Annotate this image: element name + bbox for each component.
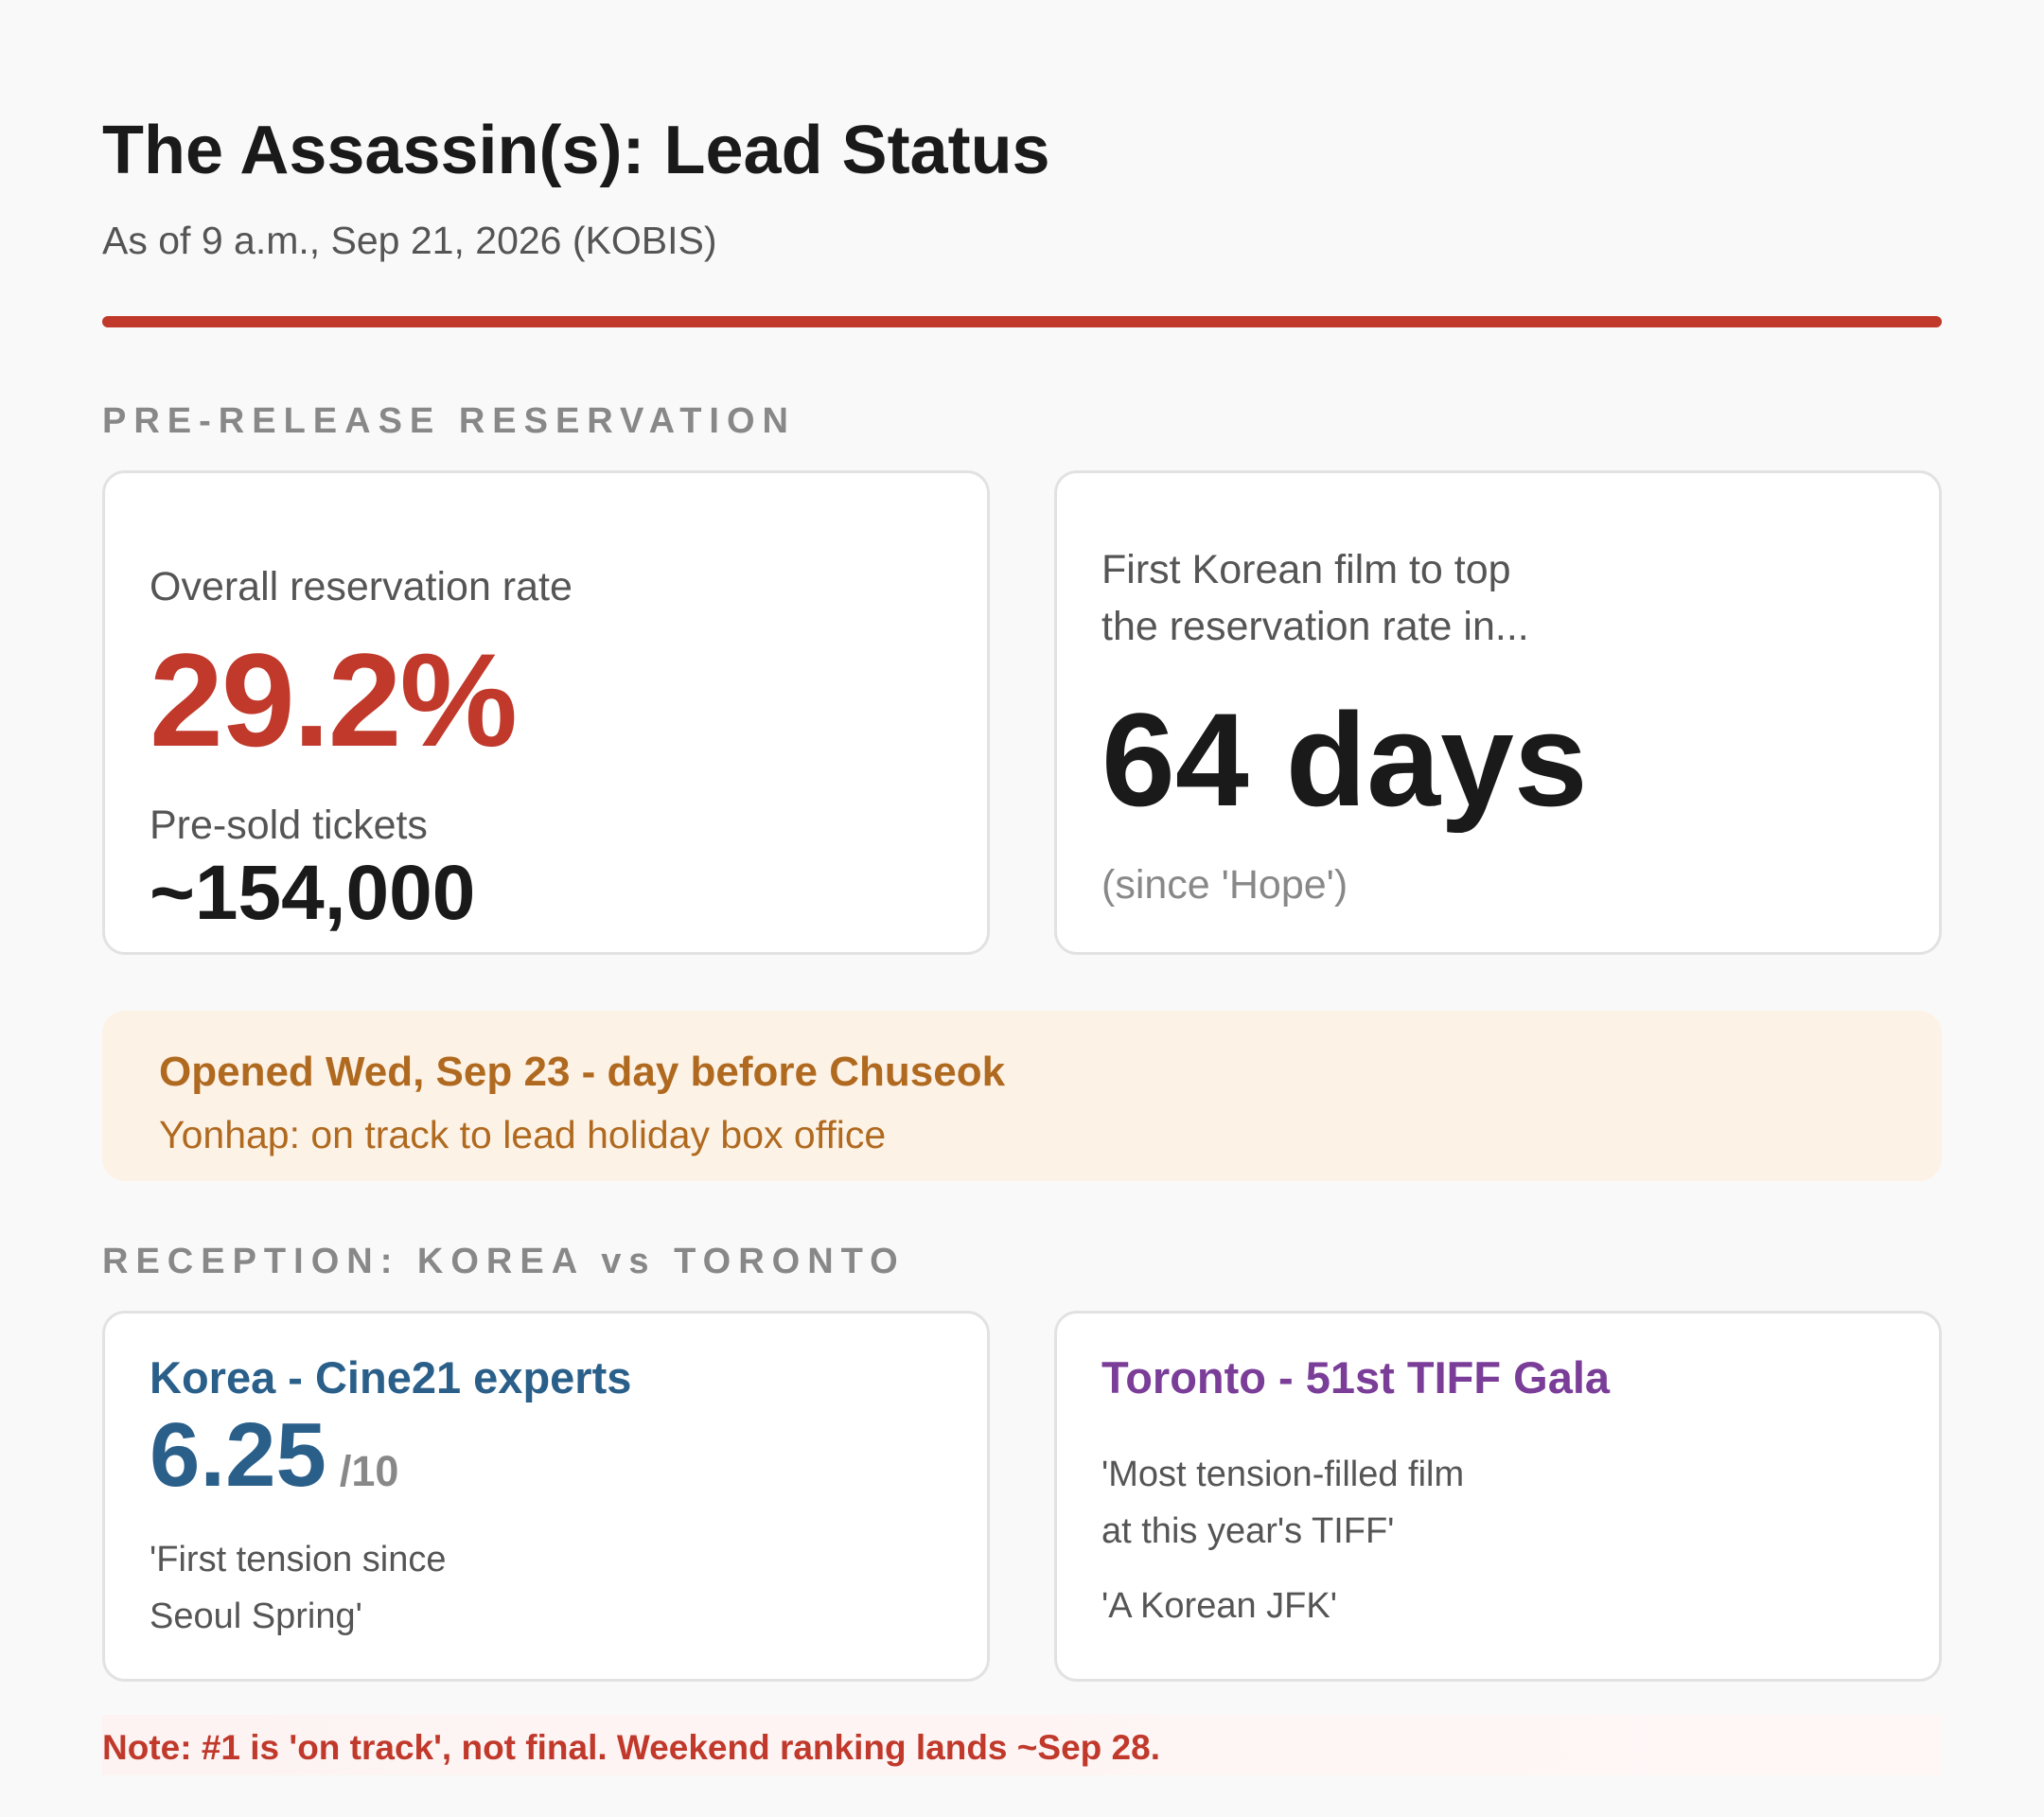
toronto-quote1-line1: 'Most tension-filled film [1101,1455,1465,1494]
first-film-label-line2: the reservation rate in... [1101,604,1529,649]
opening-banner: Opened Wed, Sep 23 - day before Chuseok … [102,1011,1942,1181]
toronto-reception-card: Toronto - 51st TIFF Gala 'Most tension-f… [1054,1311,1942,1682]
toronto-quote2: 'A Korean JFK' [1101,1586,1337,1626]
reservation-rate-label: Overall reservation rate [150,564,573,609]
korea-card-title: Korea - Cine21 experts [150,1352,632,1402]
korea-quote-line2: Seoul Spring' [150,1596,362,1636]
korea-score-value: 6.25 [150,1404,326,1506]
section-label-reception: RECEPTION: KOREA vs TORONTO [102,1242,906,1281]
toronto-card-title: Toronto - 51st TIFF Gala [1101,1352,1611,1402]
banner-subtext: Yonhap: on track to lead holiday box off… [159,1113,887,1156]
presold-tickets-label: Pre-sold tickets [150,803,428,848]
page-subtitle: As of 9 a.m., Sep 21, 2026 (KOBIS) [102,219,717,262]
page-title: The Assassin(s): Lead Status [102,113,1050,188]
korea-score: 6.25/10 [150,1410,398,1501]
first-korean-film-card: First Korean film to top the reservation… [1054,470,1942,955]
korea-reception-card: Korea - Cine21 experts 6.25/10 'First te… [102,1311,990,1682]
toronto-quote1-line2: at this year's TIFF' [1101,1511,1395,1551]
first-film-label-line1: First Korean film to top [1101,547,1511,592]
reservation-rate-card: Overall reservation rate 29.2% Pre-sold … [102,470,990,955]
first-film-days-value: 64 days [1101,685,1588,834]
korea-quote-line1: 'First tension since [150,1540,447,1579]
header-divider [102,316,1942,327]
footnote-text: Note: #1 is 'on track', not final. Weeke… [102,1728,1160,1767]
first-film-note: (since 'Hope') [1101,862,1348,908]
banner-headline: Opened Wed, Sep 23 - day before Chuseok [159,1049,1006,1095]
section-label-reservation: PRE-RELEASE RESERVATION [102,401,796,441]
korea-score-denominator: /10 [339,1447,399,1495]
presold-tickets-value: ~154,000 [150,850,476,936]
footnote: Note: #1 is 'on track', not final. Weeke… [102,1715,1942,1775]
reservation-rate-value: 29.2% [150,626,518,774]
